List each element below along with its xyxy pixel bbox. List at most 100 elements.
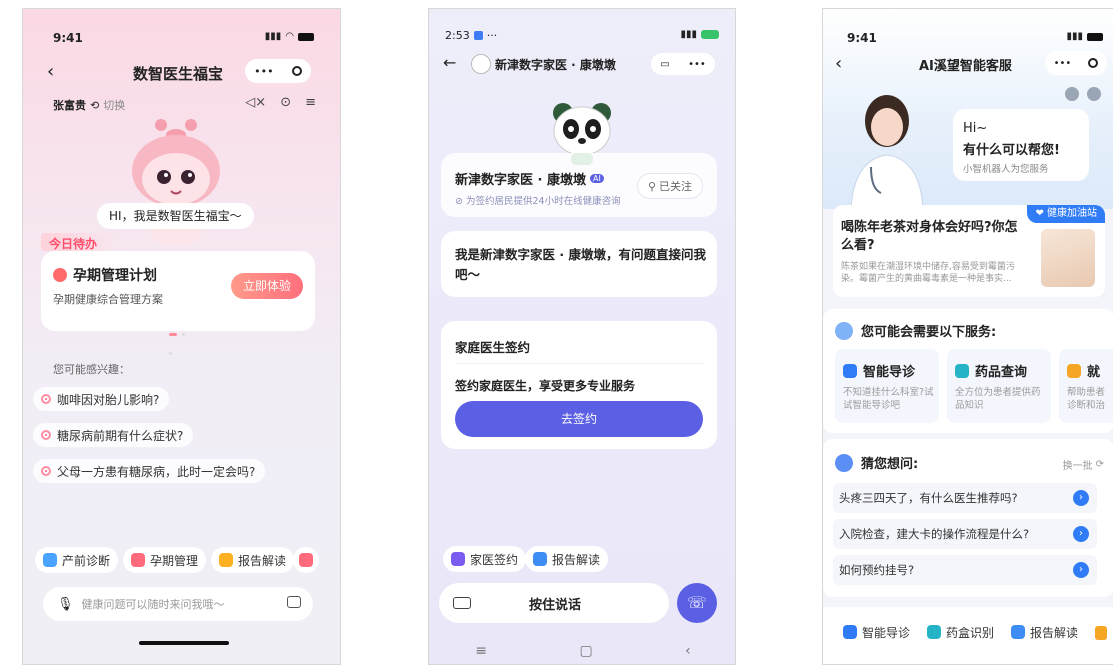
question-text: 咖啡因对胎儿影响? [57, 392, 160, 407]
status-icons: ▮▮▮ [1066, 31, 1103, 42]
more-icon[interactable]: ••• [254, 65, 273, 78]
divider [455, 363, 703, 364]
service-third[interactable]: 就 帮助患者诊断和治 [1059, 349, 1113, 423]
bottom-report[interactable]: 报告解读 [1003, 619, 1086, 645]
services-icon [835, 321, 853, 340]
question-text: 父母一方患有糖尿病，此时一定会吗? [57, 464, 256, 479]
bottom-pillbox[interactable]: 药盒识别 [919, 619, 1002, 645]
close-mini-icon[interactable] [1088, 58, 1099, 68]
service-drug-query[interactable]: 药品查询 全方位为患者提供药品知识 [947, 349, 1051, 423]
refresh-icon: ⟳ [1095, 459, 1104, 470]
back-icon[interactable]: ‹ [47, 61, 54, 82]
bot-text: 小智机器人为您服务 [963, 164, 1049, 175]
mic-icon[interactable]: 🎙 [57, 597, 74, 612]
greeting-bubble: HI，我是数智医生福宝～ [97, 203, 254, 229]
signal-icon: ▮▮▮ [680, 29, 697, 40]
intro-message: 我是新津数字家医 · 康墩墩，有问题直接问我吧～ [441, 231, 717, 297]
shortcut-label: 孕期管理 [150, 553, 199, 568]
report-icon [219, 553, 233, 567]
guess-card: 猜您想问: 换一批 ⟳ 头疼三四天了，有什么医生推荐吗? › 入院检查，建大卡的操作… [823, 439, 1113, 597]
voice-input[interactable]: 按住说话 [439, 583, 669, 623]
guess-question[interactable]: 头疼三四天了，有什么医生推荐吗? › [833, 483, 1097, 513]
service-desc: 帮助患者诊断和治 [1067, 387, 1106, 411]
chat-icon[interactable]: ⊙ [280, 95, 291, 110]
sound-icon[interactable] [1065, 87, 1079, 101]
intro-text: 我是新津数字家医 · 康墩墩，有问题直接问我吧～ [455, 247, 706, 282]
shortcut-report[interactable]: 报告解读 [211, 547, 295, 573]
arrow-right-icon: › [1073, 490, 1089, 506]
capsule-menu: ••• [245, 59, 311, 83]
close-mini-icon[interactable] [291, 66, 302, 76]
refresh-button[interactable]: 换一批 ⟳ [1063, 457, 1104, 472]
back-icon[interactable]: ‹ [835, 53, 842, 74]
service-smart-guide[interactable]: 智能导诊 不知道挂什么科室?试试智能导诊吧 [835, 349, 939, 423]
guess-text: 入院检查，建大卡的操作流程是什么? [839, 527, 1030, 541]
phone-call-icon[interactable]: ☏ [677, 583, 717, 623]
article-card[interactable]: ❤ 健康加油站 喝陈年老茶对身体会好吗?你怎么看? 陈茶如果在潮湿环境中储存,容… [833, 205, 1105, 297]
question-item[interactable]: 父母一方患有糖尿病，此时一定会吗? [33, 459, 266, 483]
bottom-smart-guide[interactable]: 智能导诊 [835, 619, 918, 645]
home-icon[interactable]: ▢ [579, 643, 592, 659]
follow-button[interactable]: ⚲ 已关注 [636, 173, 703, 199]
shortcut-prenatal[interactable]: 产前诊断 [35, 547, 119, 573]
back-icon[interactable]: ‹ [685, 643, 691, 659]
guess-heading-row: 猜您想问: [835, 453, 918, 472]
back-arrow-icon[interactable]: ← [443, 53, 456, 72]
guide-icon [843, 363, 857, 378]
battery-icon [701, 30, 719, 39]
message-icon[interactable] [1087, 87, 1101, 101]
more-icon[interactable]: ••• [688, 59, 706, 70]
dots-icon: ··· [486, 29, 498, 42]
camera-icon[interactable] [287, 596, 301, 608]
user-switch[interactable]: 张富贵 ⟲ 切换 [53, 97, 125, 113]
mute-icon[interactable]: ◁× [245, 95, 266, 110]
more-shortcut-icon [299, 553, 313, 567]
shortcut-report[interactable]: 报告解读 [525, 546, 609, 572]
ai-badge: AI [590, 174, 604, 183]
status-right: ▮▮▮ [680, 29, 719, 40]
recent-apps-icon[interactable]: ≡ [475, 643, 487, 659]
input-placeholder: 健康问题可以随时来问我哦～ [81, 598, 225, 611]
home-indicator [139, 641, 229, 645]
sign-button[interactable]: 去签约 [455, 401, 703, 437]
sign-card: 家庭医生签约 签约家庭医生，享受更多专业服务 去签约 [441, 321, 717, 449]
more-icon[interactable]: ••• [1054, 58, 1072, 69]
plan-card[interactable]: 孕期管理计划 孕期健康综合管理方案 立即体验 [41, 251, 315, 355]
article-title: 喝陈年老茶对身体会好吗?你怎么看? [841, 220, 1018, 253]
plan-icon [53, 268, 67, 282]
shortcut-label: 报告解读 [1030, 625, 1079, 640]
status-time: 9:41 [847, 31, 877, 45]
menu-icon[interactable]: ≡ [305, 95, 316, 110]
arrow-right-icon: › [1073, 526, 1089, 542]
todo-label: 今日待办 [49, 237, 98, 251]
keyboard-icon[interactable] [453, 597, 471, 609]
shortcut-family-doctor[interactable]: 家医签约 [443, 546, 527, 572]
guess-question[interactable]: 如何预约挂号? › [833, 555, 1097, 585]
wifi-icon: ◠ [285, 31, 294, 42]
guess-question[interactable]: 入院检查，建大卡的操作流程是什么? › [833, 519, 1097, 549]
shortcut-label: 家医签约 [470, 552, 519, 567]
status-left: 2:53 ··· [445, 29, 497, 42]
top-tools: ◁× ⊙ ≡ [245, 95, 316, 110]
bottom-more-icon[interactable] [1095, 626, 1107, 640]
notification-icon [473, 31, 483, 40]
question-item[interactable]: 糖尿病前期有什么症状? [33, 423, 194, 447]
plan-start-button[interactable]: 立即体验 [230, 273, 303, 299]
question-item[interactable]: 咖啡因对胎儿影响? [33, 387, 170, 411]
shortcut-pregnancy[interactable]: 孕期管理 [123, 547, 207, 573]
guess-icon [835, 453, 853, 472]
article-tag: ❤ 健康加油站 [1027, 205, 1105, 223]
article-tag-text: 健康加油站 [1047, 208, 1097, 219]
sign-title: 家庭医生签约 [455, 340, 531, 355]
services-heading-row: 您可能会需要以下服务: [835, 321, 996, 340]
shortcut-more[interactable] [293, 547, 319, 573]
guess-text: 如何预约挂号? [839, 563, 915, 577]
user-name: 张富贵 [53, 99, 86, 112]
profile-name: 新津数字家医 · 康墩墩 [455, 173, 586, 188]
plan-title-row: 孕期管理计划 [53, 265, 157, 285]
chat-input[interactable]: 🎙 健康问题可以随时来问我哦～ [43, 587, 313, 621]
shortcut-label: 产前诊断 [62, 553, 111, 568]
service-title: 就 [1087, 365, 1101, 380]
minimize-icon[interactable]: ▭ [660, 59, 669, 70]
shortcut-label: 药盒识别 [946, 625, 995, 640]
